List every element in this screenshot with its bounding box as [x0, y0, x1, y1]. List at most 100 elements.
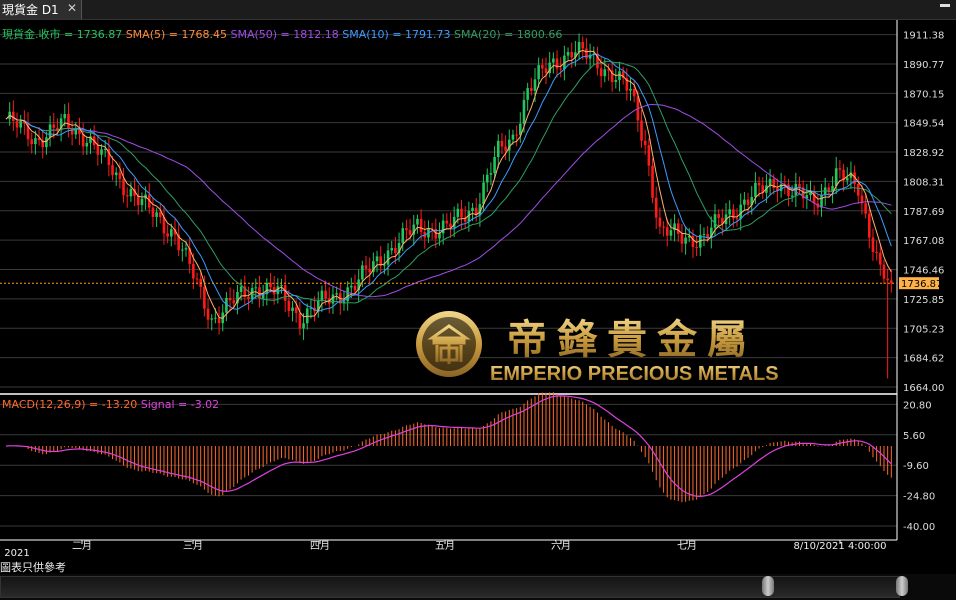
candle-body — [864, 203, 867, 214]
candle-body — [302, 323, 305, 329]
disclaimer-text: 圖表只供參考 — [0, 561, 66, 574]
candle-body — [856, 183, 860, 196]
candle-body — [684, 237, 687, 244]
candle-body — [81, 133, 85, 147]
candle-body — [19, 120, 22, 128]
candle-body — [757, 182, 761, 186]
candle-body — [195, 278, 199, 280]
x-tick-label: 2021 — [4, 548, 29, 559]
candle-body — [838, 168, 842, 170]
candle-body — [485, 174, 489, 183]
x-tick-label: 六月 — [551, 540, 571, 552]
y-tick-label: 1849.54 — [903, 119, 944, 130]
candle-body — [496, 140, 500, 157]
candle-body — [533, 79, 537, 91]
candle-body — [577, 41, 581, 53]
candle-body — [394, 247, 397, 254]
candle-body — [632, 88, 636, 97]
candle-body — [85, 142, 89, 147]
candle-body — [552, 58, 555, 63]
candle-body — [456, 208, 460, 217]
candle-body — [350, 285, 353, 288]
candle-body — [820, 195, 823, 208]
macd-y-tick-label: -9.60 — [903, 461, 929, 472]
close-icon[interactable]: ✕ — [67, 1, 77, 15]
candle-body — [45, 137, 48, 148]
candle-body — [882, 264, 886, 279]
candle-body — [214, 317, 217, 319]
y-tick-label: 1725.85 — [903, 295, 944, 306]
watermark-logo: 帝鋒貴金屬 EMPERIO PRECIOUS METALS — [412, 308, 782, 393]
candle-body — [449, 223, 452, 228]
candle-body — [654, 197, 658, 218]
sma20-line — [5, 60, 892, 304]
candle-body — [100, 149, 103, 155]
candle-body — [63, 113, 67, 119]
candle-body — [34, 138, 37, 145]
candle-body — [445, 220, 449, 224]
price-legend-item: SMA(5) = 1768.45 — [126, 28, 231, 41]
candle-body — [140, 198, 144, 206]
candle-body — [695, 247, 698, 249]
candle-body — [361, 265, 364, 280]
chart-tab-title: 現貨金 D1 — [2, 3, 59, 17]
price-legend-item: SMA(10) = 1791.73 — [342, 28, 454, 41]
x-tick-label: 二月 — [72, 540, 92, 552]
scroll-thumb-left[interactable] — [762, 576, 774, 596]
candle-body — [239, 286, 243, 292]
y-tick-label: 1870.15 — [903, 89, 944, 100]
candle-body — [658, 217, 662, 227]
candle-body — [526, 88, 529, 100]
candle-body — [122, 179, 125, 196]
candle-body — [798, 183, 801, 188]
candle-body — [114, 172, 118, 176]
candle-body — [871, 237, 875, 252]
candle-body — [541, 65, 544, 69]
candle-body — [283, 285, 287, 301]
price-legend-item: SMA(20) = 1800.66 — [454, 28, 562, 41]
price-chart: 1911.38 1890.77 1870.15 1849.54 1828.92 1808.… — [0, 20, 944, 559]
candle-body — [629, 88, 632, 91]
macd-y-tick-label: 5.60 — [903, 431, 925, 442]
candle-body — [335, 293, 338, 295]
candle-body — [886, 278, 889, 281]
candle-body — [129, 188, 133, 197]
x-tick-label: 五月 — [435, 540, 455, 552]
candle-body — [15, 121, 19, 128]
candle-body — [210, 318, 214, 320]
candle-body — [875, 251, 878, 253]
candle-body — [217, 317, 221, 324]
logo-graphic: 帝鋒貴金屬 EMPERIO PRECIOUS METALS — [416, 311, 779, 385]
y-tick-label: 1808.31 — [903, 177, 944, 188]
candle-body — [691, 235, 695, 248]
chart-tab[interactable]: 現貨金 D1 ✕ — [0, 0, 82, 19]
candle-body — [746, 199, 750, 205]
candle-body — [662, 226, 665, 228]
candle-body — [618, 71, 621, 81]
y-tick-label: 1705.23 — [903, 324, 944, 335]
x-tick-label: 8/10/2021 4:00:00 — [793, 541, 886, 552]
candle-body — [669, 230, 673, 236]
candle-body — [867, 213, 871, 238]
candle-body — [181, 249, 184, 251]
window-minimize-icon[interactable] — [940, 4, 950, 15]
chart-scrollbar[interactable] — [0, 574, 956, 600]
candle-body — [386, 250, 390, 265]
candle-body — [614, 80, 618, 82]
candle-body — [515, 134, 518, 136]
candle-body — [555, 58, 559, 69]
candle-body — [581, 41, 585, 49]
scroll-thumb-right[interactable] — [896, 576, 908, 596]
candle-body — [67, 113, 70, 129]
candle-body — [294, 307, 298, 313]
x-tick-label: 三月 — [183, 540, 203, 552]
candle-body — [408, 230, 412, 235]
macd-legend: MACD(12,26,9) = -13.20 Signal = -3.02 — [2, 398, 219, 411]
candle-body — [416, 218, 419, 225]
candle-body — [401, 228, 405, 243]
candle-body — [768, 178, 772, 186]
candle-body — [570, 52, 574, 58]
candle-body — [665, 227, 669, 236]
candle-body — [640, 120, 643, 141]
candle-body — [438, 233, 441, 239]
